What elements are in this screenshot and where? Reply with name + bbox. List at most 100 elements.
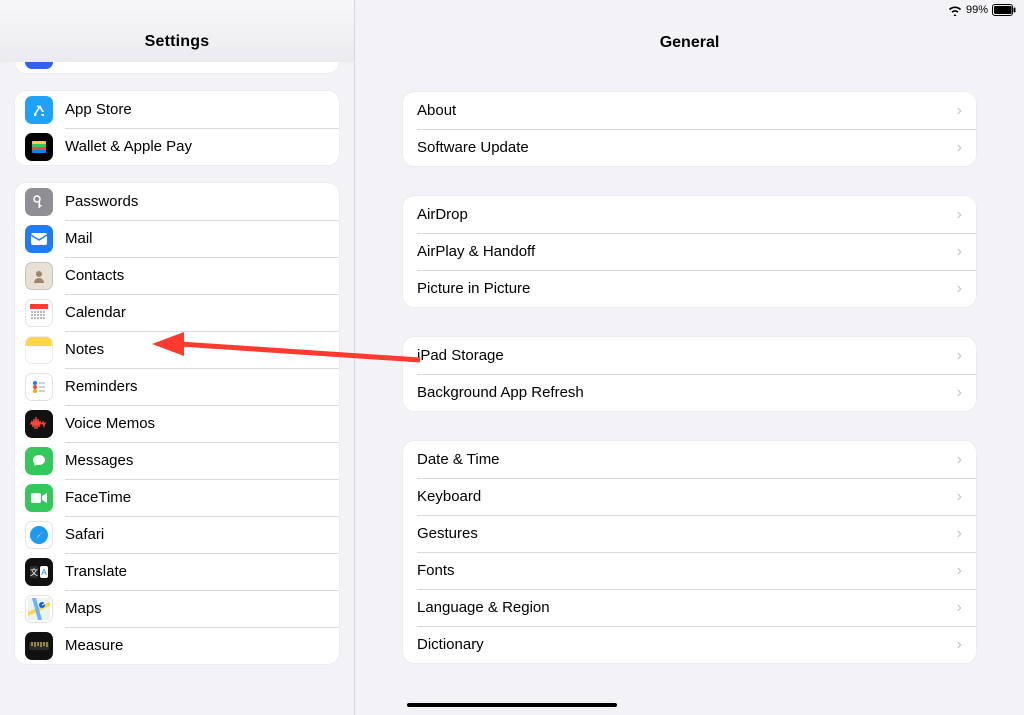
detail-row-fonts[interactable]: Fonts › [403,552,976,589]
sidebar-item-mail[interactable]: Mail [15,220,339,257]
detail-row-storage[interactable]: iPad Storage › [403,337,976,374]
sidebar-item-partial[interactable] [15,62,339,73]
detail-group-about: About › Software Update › [403,92,976,166]
chevron-right-icon: › [957,488,962,506]
sidebar-item-voicememos[interactable]: Voice Memos [15,405,339,442]
sidebar-item-messages[interactable]: Messages [15,442,339,479]
general-detail: General About › Software Update › AirDro… [355,0,1024,715]
chevron-right-icon: › [957,599,962,617]
sidebar-item-safari[interactable]: Safari [15,516,339,553]
sidebar-item-label: Safari [65,526,104,543]
sidebar-item-passwords[interactable]: Passwords [15,183,339,220]
maps-icon [25,595,53,623]
sidebar-item-label: Calendar [65,304,126,321]
measure-icon [25,632,53,660]
notes-icon [25,336,53,364]
detail-row-gestures[interactable]: Gestures › [403,515,976,552]
svg-text:A: A [41,568,47,577]
detail-scroll[interactable]: About › Software Update › AirDrop › AirP… [355,62,1024,663]
chevron-right-icon: › [957,562,962,580]
chevron-right-icon: › [957,347,962,365]
sidebar-item-contacts[interactable]: Contacts [15,257,339,294]
reminders-icon [25,373,53,401]
sidebar-item-label: Reminders [65,378,138,395]
sidebar-item-wallet[interactable]: Wallet & Apple Pay [15,128,339,165]
sidebar-group-partial [15,62,339,73]
calendar-icon [25,299,53,327]
detail-row-label: Keyboard [417,488,481,505]
home-indicator [407,703,617,708]
sidebar-group-store: App Store Wallet & Apple Pay [15,91,339,165]
chevron-right-icon: › [957,384,962,402]
detail-group-storage: iPad Storage › Background App Refresh › [403,337,976,411]
translate-icon: 文A [25,558,53,586]
detail-row-keyboard[interactable]: Keyboard › [403,478,976,515]
detail-row-airdrop[interactable]: AirDrop › [403,196,976,233]
detail-row-airplay[interactable]: AirPlay & Handoff › [403,233,976,270]
partial-icon [25,62,53,69]
chevron-right-icon: › [957,206,962,224]
detail-title: General [660,34,720,52]
sidebar-item-facetime[interactable]: FaceTime [15,479,339,516]
wifi-icon [948,5,962,16]
detail-row-label: Background App Refresh [417,384,584,401]
detail-group-system: Date & Time › Keyboard › Gestures › Font… [403,441,976,663]
chevron-right-icon: › [957,525,962,543]
contacts-icon [25,262,53,290]
chevron-right-icon: › [957,243,962,261]
mail-icon [25,225,53,253]
sidebar-item-label: FaceTime [65,489,131,506]
detail-row-label: AirDrop [417,206,468,223]
detail-row-label: iPad Storage [417,347,504,364]
sidebar-title: Settings [145,33,210,51]
appstore-icon [25,96,53,124]
sidebar-item-calendar[interactable]: Calendar [15,294,339,331]
detail-row-pip[interactable]: Picture in Picture › [403,270,976,307]
detail-row-label: Fonts [417,562,455,579]
sidebar-scroll[interactable]: App Store Wallet & Apple Pay Passwords [0,62,354,715]
sidebar-group-apps: Passwords Mail Contacts [15,183,339,664]
sidebar-item-label: Passwords [65,193,138,210]
facetime-icon [25,484,53,512]
messages-icon [25,447,53,475]
voice-memos-icon [25,410,53,438]
sidebar-item-measure[interactable]: Measure [15,627,339,664]
sidebar-item-label: Measure [65,637,123,654]
chevron-right-icon: › [957,102,962,120]
detail-row-dictionary[interactable]: Dictionary › [403,626,976,663]
sidebar-item-label: Translate [65,563,127,580]
settings-sidebar: Settings App Store [0,0,355,715]
detail-row-label: AirPlay & Handoff [417,243,535,260]
detail-group-airdrop: AirDrop › AirPlay & Handoff › Picture in… [403,196,976,307]
detail-row-language-region[interactable]: Language & Region › [403,589,976,626]
key-icon [25,188,53,216]
detail-row-label: Dictionary [417,636,484,653]
sidebar-item-label: Contacts [65,267,124,284]
detail-row-label: Date & Time [417,451,500,468]
detail-row-date-time[interactable]: Date & Time › [403,441,976,478]
sidebar-item-reminders[interactable]: Reminders [15,368,339,405]
sidebar-item-appstore[interactable]: App Store [15,91,339,128]
sidebar-item-label: App Store [65,101,132,118]
svg-text:文: 文 [30,567,38,577]
detail-row-software-update[interactable]: Software Update › [403,129,976,166]
detail-row-label: Software Update [417,139,529,156]
battery-icon [992,4,1016,16]
detail-row-bg-refresh[interactable]: Background App Refresh › [403,374,976,411]
chevron-right-icon: › [957,280,962,298]
sidebar-item-label: Mail [65,230,93,247]
chevron-right-icon: › [957,451,962,469]
sidebar-item-translate[interactable]: 文A Translate [15,553,339,590]
detail-row-label: About [417,102,456,119]
sidebar-item-maps[interactable]: Maps [15,590,339,627]
sidebar-item-label: Voice Memos [65,415,155,432]
sidebar-item-label: Messages [65,452,133,469]
sidebar-item-label: Maps [65,600,102,617]
chevron-right-icon: › [957,636,962,654]
detail-row-label: Gestures [417,525,478,542]
sidebar-item-notes[interactable]: Notes [15,331,339,368]
sidebar-item-label: Notes [65,341,104,358]
sidebar-item-label: Wallet & Apple Pay [65,138,192,155]
detail-row-about[interactable]: About › [403,92,976,129]
safari-icon [25,521,53,549]
